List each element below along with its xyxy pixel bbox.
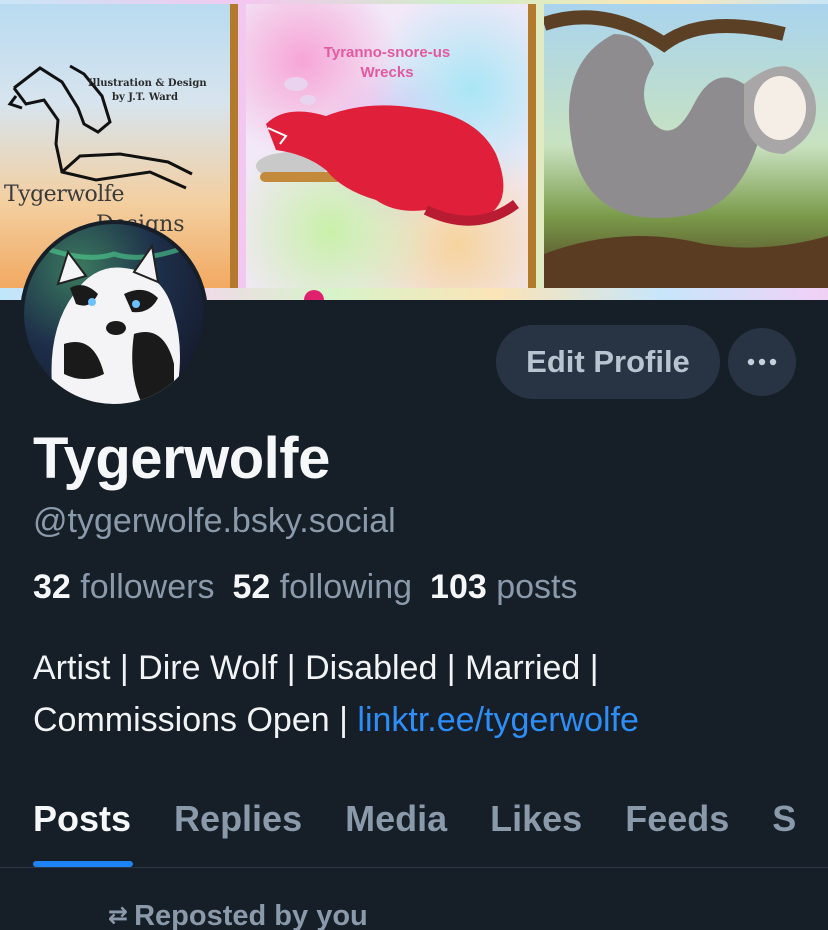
avatar[interactable] bbox=[20, 220, 208, 408]
tab-label: S bbox=[772, 798, 797, 839]
tab-label: Feeds bbox=[625, 798, 730, 839]
tab-label: Replies bbox=[174, 798, 303, 839]
tab-replies[interactable]: Replies bbox=[174, 792, 302, 867]
profile-handle: @tygerwolfe.bsky.social bbox=[33, 502, 396, 540]
logo-wordmark: Tygerwolfe bbox=[4, 182, 125, 207]
reposted-text: Reposted by you bbox=[134, 900, 368, 930]
tab-posts[interactable]: Posts bbox=[33, 792, 134, 867]
bio-line: Commissions Open | linktr.ee/tygerwolfe bbox=[33, 694, 823, 746]
followers-count: 32 bbox=[33, 568, 71, 606]
profile-bio: Artist | Dire Wolf | Disabled | Married … bbox=[33, 642, 823, 746]
followers-link[interactable]: 32 followers bbox=[33, 568, 214, 606]
squirrel-illustration bbox=[544, 10, 828, 288]
tab-media[interactable]: Media bbox=[345, 792, 447, 867]
posts-stat: 103 posts bbox=[430, 568, 577, 606]
bio-link[interactable]: linktr.ee/tygerwolfe bbox=[357, 701, 639, 739]
tab-overflow[interactable]: S bbox=[772, 792, 796, 867]
posts-count: 103 bbox=[430, 568, 487, 606]
display-name: Tygerwolfe bbox=[33, 426, 330, 491]
banner-trex-panel: Tyranno-snore-us Wrecks bbox=[246, 4, 536, 288]
tab-likes[interactable]: Likes bbox=[490, 792, 582, 867]
posts-label: posts bbox=[496, 568, 578, 606]
profile-stats: 32 followers 52 following 103 posts bbox=[33, 568, 578, 607]
repost-icon: ⇄ bbox=[108, 902, 129, 929]
logo-credit-line: Illustration & Design bbox=[88, 78, 207, 89]
following-link[interactable]: 52 following bbox=[232, 568, 412, 606]
active-tab-indicator bbox=[33, 861, 134, 867]
following-count: 52 bbox=[232, 568, 271, 606]
banner-squirrel-panel bbox=[544, 4, 828, 288]
logo-credit-line: by J.T. Ward bbox=[112, 92, 178, 103]
tab-label: Likes bbox=[490, 798, 583, 839]
reposted-by-label: ⇄ Reposted by you bbox=[108, 900, 368, 930]
tab-label: Posts bbox=[33, 798, 132, 839]
following-label: following bbox=[279, 568, 413, 606]
followers-label: followers bbox=[80, 568, 215, 606]
edit-profile-button[interactable]: Edit Profile bbox=[496, 325, 720, 399]
ellipsis-icon bbox=[747, 358, 777, 366]
profile-tabs: Posts Replies Media Likes Feeds S bbox=[0, 792, 828, 868]
tab-label: Media bbox=[345, 798, 448, 839]
sleeping-trex-illustration bbox=[256, 77, 519, 226]
more-options-button[interactable] bbox=[728, 328, 796, 396]
bio-text: Commissions Open | bbox=[33, 701, 358, 739]
tab-feeds[interactable]: Feeds bbox=[625, 792, 729, 867]
bio-line: Artist | Dire Wolf | Disabled | Married … bbox=[33, 649, 599, 687]
wolf-avatar-illustration bbox=[33, 241, 195, 404]
